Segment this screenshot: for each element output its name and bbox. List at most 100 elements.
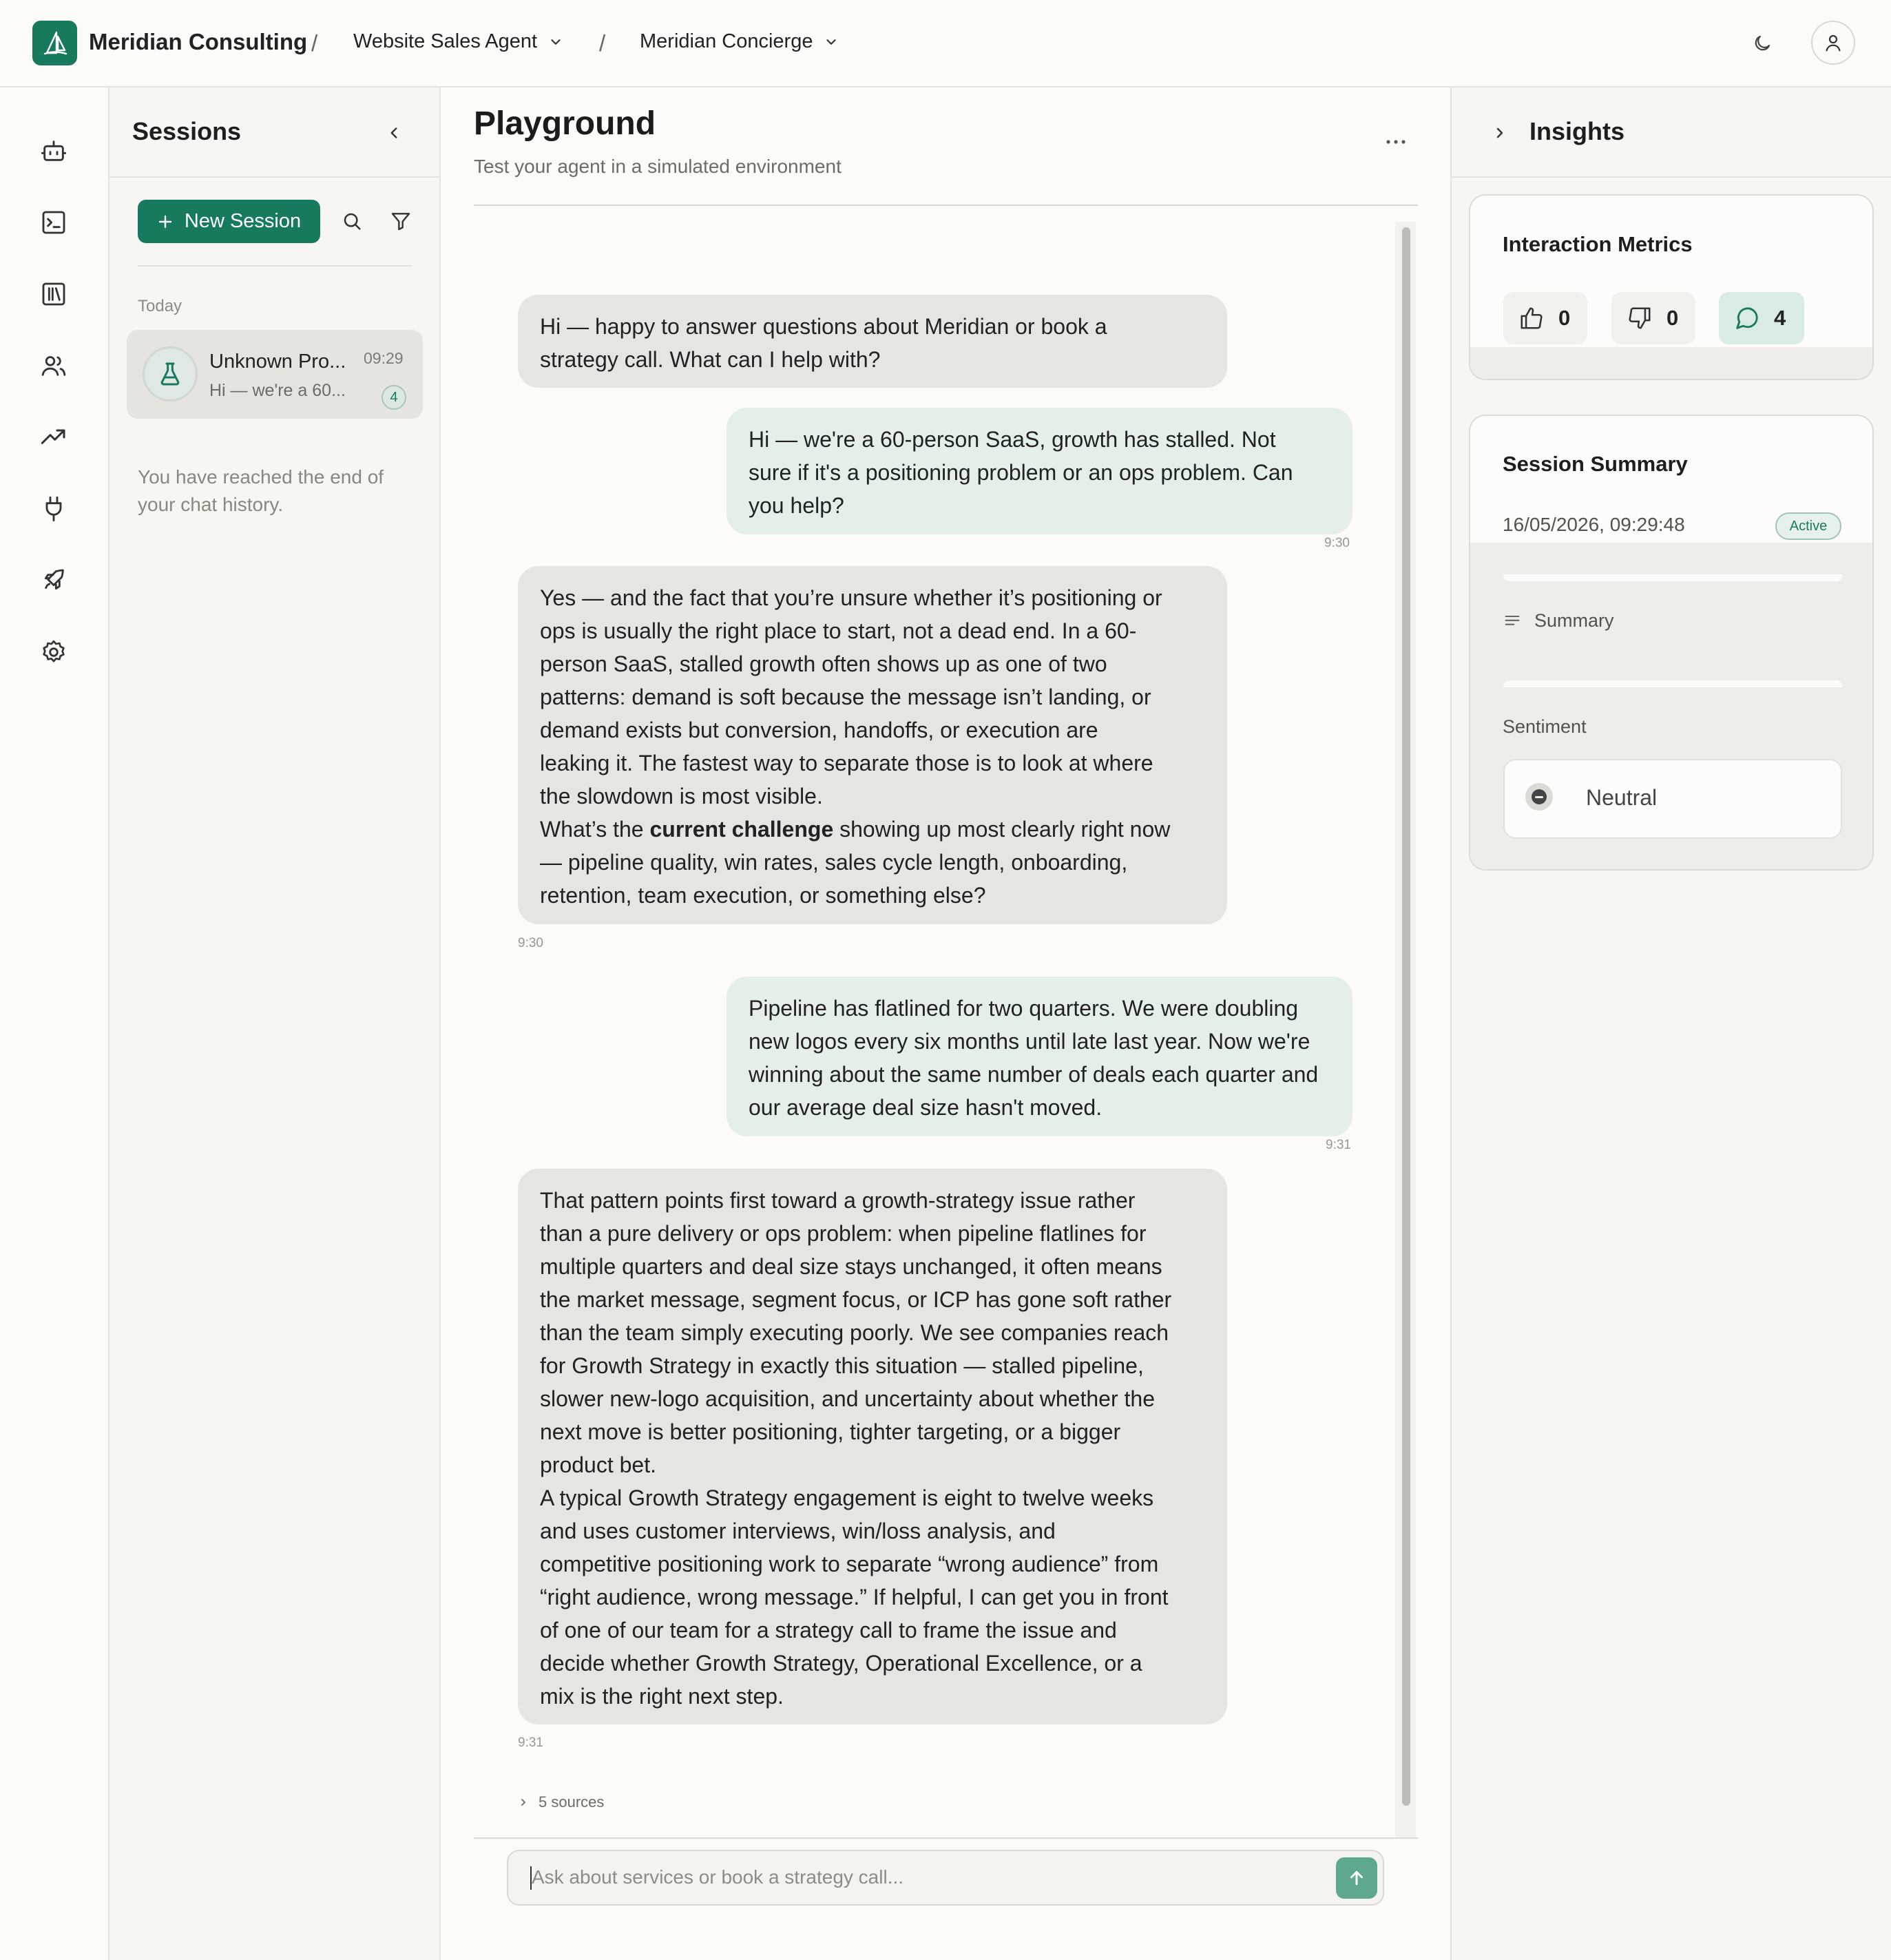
message-line: of one of our team for a strategy call t… [540,1618,1117,1643]
rocket-icon [44,569,64,590]
sources-label: 5 sources [539,1793,605,1811]
nav-integrations[interactable] [36,491,72,527]
nav-settings[interactable] [36,634,72,670]
message-line: next move is better positioning, tighter… [540,1419,1121,1444]
nav-contacts[interactable] [36,348,72,384]
breadcrumb-agent-dropdown[interactable]: Website Sales Agent [353,30,563,53]
message-line: A typical Growth Strategy engagement is … [540,1485,1154,1510]
message-line: “right audience, wrong message.” If help… [540,1585,1169,1609]
send-button[interactable] [1336,1857,1377,1899]
nav-library[interactable] [36,276,72,312]
sentiment-box [1503,759,1842,839]
message-timestamp: 9:31 [518,1735,543,1750]
chat-scrollbar-thumb[interactable] [1402,227,1410,1806]
breadcrumb-deployment-label: Meridian Concierge [640,30,813,52]
message-line: Yes — and the fact that you’re unsure wh… [540,585,1162,610]
interaction-metrics-title: Interaction Metrics [1503,232,1693,256]
end-note-line: your chat history. [138,494,284,515]
message-line: winning about the same number of deals e… [749,1062,1319,1087]
search-sessions-button[interactable] [337,207,366,236]
breadcrumb-deployment-dropdown[interactable]: Meridian Concierge [640,30,839,53]
message-line: sure if it's a positioning problem or an… [749,460,1293,485]
sources-toggle[interactable]: 5 sources [518,1793,604,1811]
user-avatar-button[interactable] [1811,21,1855,65]
chevron-left-icon [390,127,397,138]
chevron-right-icon [1496,127,1503,138]
thumbs-down-count: 0 [1667,306,1679,330]
session-time: 09:29 [364,349,404,367]
user-message: Pipeline has flatlined for two quarters.… [727,977,1352,1136]
agent-message: That pattern points first toward a growt… [518,1169,1227,1724]
theme-toggle-button[interactable] [1745,26,1779,61]
end-note-line: You have reached the end of [138,466,384,488]
message-text: showing up most clearly right now [833,817,1171,842]
message-line: our average deal size hasn't moved. [749,1095,1103,1120]
page-subtitle: Test your agent in a simulated environme… [474,156,842,177]
end-of-history-note: You have reached the end of your chat hi… [138,463,384,519]
nav-deploy[interactable] [36,563,72,598]
message-count-metric: 4 [1719,292,1804,344]
thumbs-down-icon [1629,307,1651,329]
summary-section[interactable]: Summary [1503,610,1614,632]
brand-logo[interactable] [32,21,77,65]
bot-icon [41,140,67,161]
message-line: person SaaS, stalled growth often shows … [540,651,1107,676]
divider [1452,176,1891,178]
session-list-item[interactable]: Unknown Pro... 09:29 Hi — we're a 60... … [127,330,423,419]
search-icon [344,213,361,230]
agent-message: Hi — happy to answer questions about Mer… [518,295,1227,388]
brand-name: Meridian Consulting [89,29,308,54]
session-title: Unknown Pro... [209,351,346,373]
nav-analytics[interactable] [36,419,72,455]
session-timestamp: 16/05/2026, 09:29:48 [1503,514,1685,535]
message-line: That pattern points first toward a growt… [540,1188,1136,1213]
more-options-button[interactable] [1381,132,1411,152]
filter-sessions-button[interactable] [386,207,415,236]
status-badge: Active [1775,512,1841,540]
message-line: you help? [749,493,844,518]
flask-icon [160,362,180,386]
message-line: Pipeline has flatlined for two quarters.… [749,996,1299,1021]
collapse-insights-button[interactable] [1489,122,1511,144]
sentiment-label: Sentiment [1503,716,1587,737]
message-line: decide whether Growth Strategy, Operatio… [540,1651,1142,1676]
thumbs-up-metric: 0 [1503,292,1587,344]
summary-label: Summary [1534,610,1614,631]
chevron-down-icon [826,39,837,45]
plug-icon [45,496,62,522]
session-group-label: Today [138,297,182,315]
message-timestamp: 9:30 [518,936,543,950]
text-lines-icon [1505,615,1520,625]
sail-logo-icon [43,31,67,54]
message-input[interactable]: Ask about services or book a strategy ca… [532,1866,903,1888]
breadcrumb-separator: / [311,30,318,56]
session-avatar [143,346,198,402]
nav-playground[interactable] [36,205,72,240]
message-line: mix is the right next step. [540,1684,784,1709]
divider [109,176,441,178]
filter-icon [391,213,410,231]
message-text: What’s the [540,817,650,842]
message-line: ops is usually the right place to start,… [540,618,1137,643]
user-message: Hi — we're a 60-person SaaS, growth has … [727,408,1352,534]
nav-rail [0,87,109,1960]
arrow-up-icon [1350,1870,1363,1886]
message-timestamp: 9:30 [1324,536,1350,550]
sessions-title: Sessions [132,117,242,145]
message-line: than a pure delivery or ops problem: whe… [540,1221,1147,1246]
nav-agents[interactable] [36,133,72,169]
new-session-button[interactable]: New Session [138,200,320,243]
settings-icon [43,640,65,663]
message-count: 4 [1774,306,1786,330]
message-composer: Ask about services or book a strategy ca… [507,1850,1384,1906]
agent-message: Yes — and the fact that you’re unsure wh… [518,566,1227,924]
library-icon [42,282,65,306]
users-icon [41,356,66,376]
collapse-sessions-button[interactable] [382,121,406,145]
terminal-icon [42,211,65,234]
message-line: than the team simply executing poorly. W… [540,1320,1169,1345]
skeleton-bar [1503,574,1842,581]
page-title: Playground [474,105,656,142]
minus-stroke [1535,795,1543,798]
chevron-down-icon [551,39,561,45]
